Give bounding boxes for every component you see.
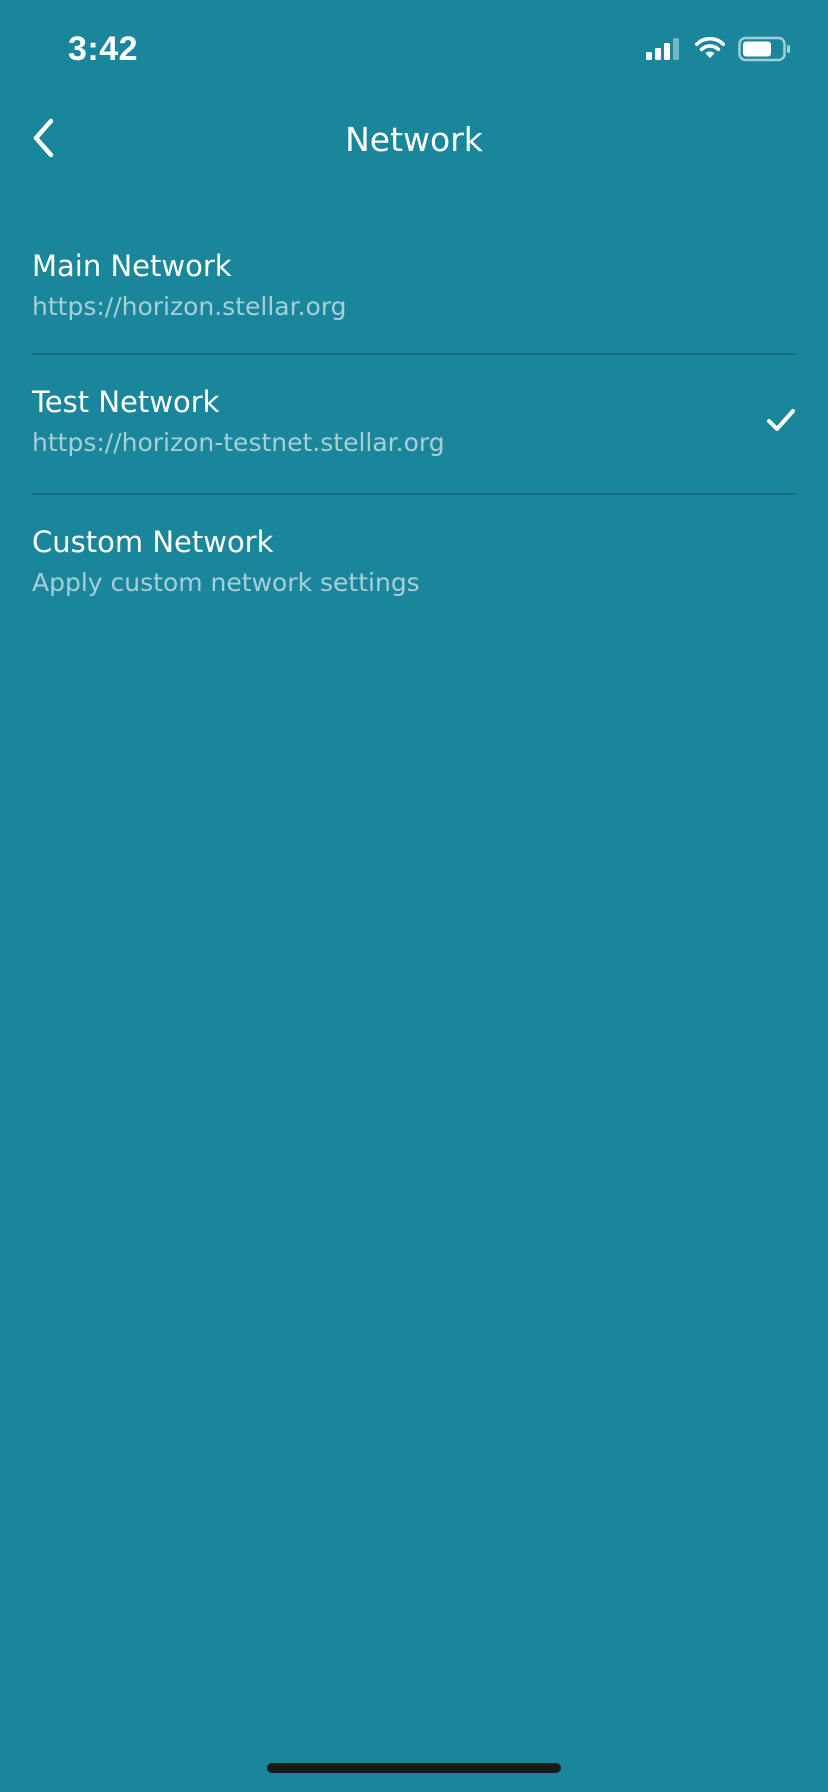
status-time: 3:42 — [68, 30, 139, 68]
network-item-description: Apply custom network settings — [32, 568, 420, 597]
nav-bar: Network — [0, 100, 828, 180]
network-item-title: Custom Network — [32, 525, 274, 559]
status-icons — [646, 36, 792, 66]
home-indicator[interactable] — [267, 1763, 561, 1773]
cellular-signal-icon — [646, 37, 682, 65]
network-item-title: Main Network — [32, 249, 232, 283]
battery-icon — [738, 36, 792, 66]
network-item-custom[interactable]: Custom Network Apply custom network sett… — [32, 495, 796, 635]
checkmark-icon — [766, 405, 796, 435]
page-title: Network — [345, 120, 483, 159]
network-item-url: https://horizon.stellar.org — [32, 292, 347, 321]
network-item-url: https://horizon-testnet.stellar.org — [32, 428, 445, 457]
network-item-test[interactable]: Test Network https://horizon-testnet.ste… — [32, 355, 796, 495]
network-item-main[interactable]: Main Network https://horizon.stellar.org — [32, 215, 796, 355]
wifi-icon — [694, 36, 726, 65]
status-bar: 3:42 — [0, 0, 828, 100]
network-list: Main Network https://horizon.stellar.org… — [32, 215, 796, 635]
network-item-title: Test Network — [32, 385, 220, 419]
